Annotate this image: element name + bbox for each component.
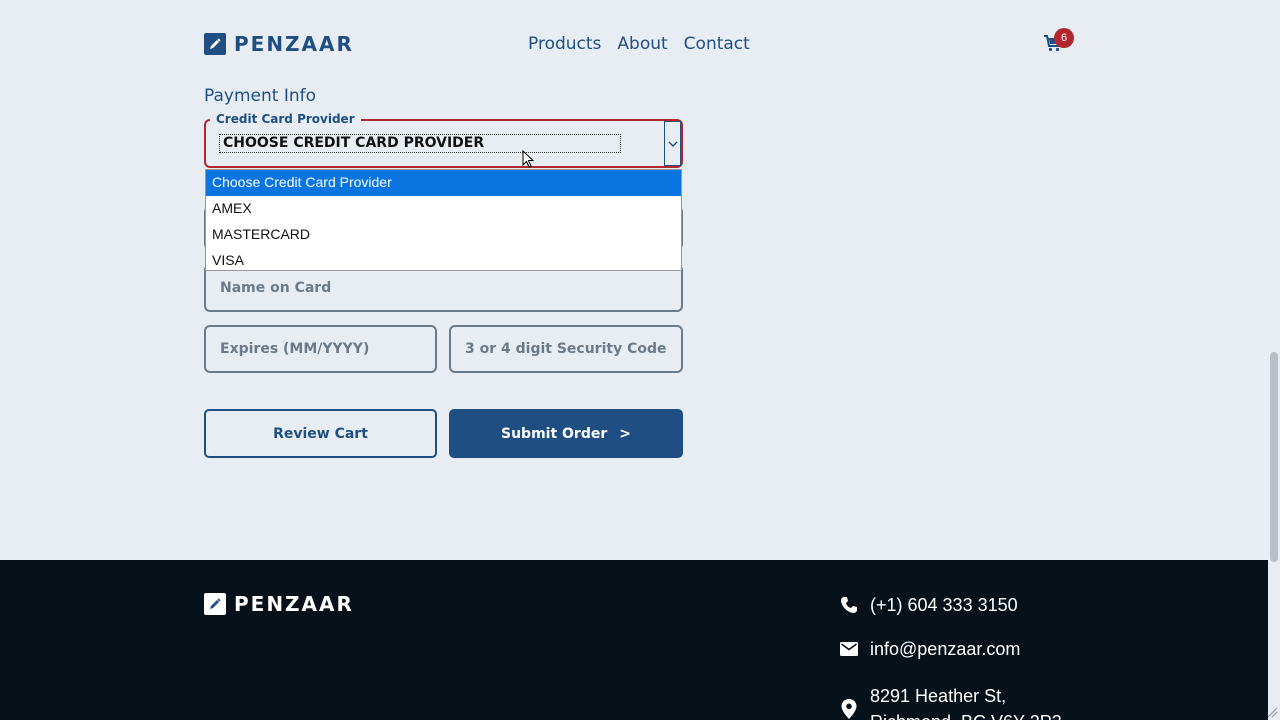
footer-address-line1: 8291 Heather St, [870, 686, 1007, 706]
site-footer [0, 560, 1268, 720]
provider-option[interactable]: Choose Credit Card Provider [206, 170, 681, 196]
credit-card-provider-label: Credit Card Provider [210, 112, 361, 126]
payment-info-title: Payment Info [204, 86, 317, 106]
submit-order-button[interactable]: Submit Order > [449, 409, 683, 458]
footer-address: 8291 Heather St, Richmond, BC V6Y 2P3 [870, 683, 1062, 720]
footer-brand-name: PENZAAR [234, 592, 354, 616]
chevron-right-icon: > [619, 425, 631, 442]
chevron-down-icon[interactable] [664, 121, 681, 166]
security-code-input[interactable] [465, 341, 681, 357]
provider-option[interactable]: MASTERCARD [206, 222, 681, 248]
expires-field[interactable] [204, 325, 437, 373]
footer-brand-logo[interactable]: PENZAAR [204, 592, 354, 616]
brand-logo[interactable]: PENZAAR [204, 32, 354, 56]
review-cart-button[interactable]: Review Cart [204, 409, 437, 458]
footer-address-line2: Richmond, BC V6Y 2P3 [870, 709, 1062, 720]
footer-phone[interactable]: (+1) 604 333 3150 [838, 594, 1018, 616]
main-nav: Products About Contact [528, 34, 750, 54]
brand-name: PENZAAR [234, 32, 354, 56]
site-header: PENZAAR Products About Contact 6 [0, 0, 1268, 88]
security-code-field[interactable] [449, 325, 683, 373]
footer-email[interactable]: info@penzaar.com [838, 638, 1020, 660]
name-on-card-input[interactable] [220, 280, 681, 296]
logo-pen-icon [204, 593, 226, 615]
nav-about-link[interactable]: About [617, 34, 667, 54]
cart-count-badge: 6 [1054, 28, 1074, 48]
nav-products-link[interactable]: Products [528, 34, 601, 54]
credit-card-provider-value[interactable]: Choose Credit Card Provider [219, 134, 621, 153]
logo-pen-icon [204, 33, 226, 55]
provider-dropdown-list: Choose Credit Card Provider AMEX MASTERC… [205, 169, 682, 271]
phone-icon [838, 594, 860, 616]
review-cart-label: Review Cart [273, 425, 368, 442]
footer-phone-text: (+1) 604 333 3150 [870, 594, 1018, 615]
resize-grip-icon[interactable] [1266, 706, 1278, 718]
map-pin-icon [840, 698, 858, 720]
expires-input[interactable] [220, 341, 435, 357]
mouse-cursor-icon [522, 150, 535, 168]
provider-option[interactable]: AMEX [206, 196, 681, 222]
scrollbar-thumb[interactable] [1270, 352, 1278, 562]
mail-icon [838, 638, 860, 660]
footer-email-text: info@penzaar.com [870, 638, 1021, 659]
submit-order-label: Submit Order [501, 425, 608, 442]
provider-option[interactable]: VISA [206, 248, 681, 274]
nav-contact-link[interactable]: Contact [684, 34, 750, 54]
